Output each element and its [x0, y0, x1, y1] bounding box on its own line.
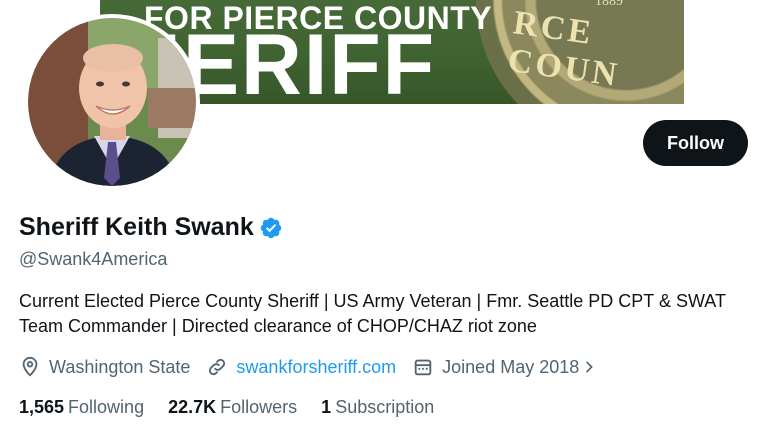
- chevron-right-icon[interactable]: [581, 359, 597, 375]
- website-link[interactable]: swankforsheriff.com: [236, 357, 396, 378]
- profile-bio: Current Elected Pierce County Sheriff | …: [19, 291, 726, 336]
- meta-joined[interactable]: Joined May 2018: [412, 356, 597, 378]
- followers-stat[interactable]: 22.7K Followers: [168, 397, 297, 418]
- meta-location: Washington State: [19, 356, 190, 378]
- profile-stats: 1,565 Following 22.7K Followers 1 Subscript…: [19, 397, 458, 418]
- location-text: Washington State: [49, 356, 191, 377]
- subscription-stat[interactable]: 1 Subscription: [321, 397, 434, 418]
- profile-meta: Washington State swankforsheriff.com Joi…: [19, 356, 613, 378]
- banner-badge-year: 1889: [595, 0, 623, 9]
- follow-button[interactable]: Follow: [643, 120, 748, 166]
- meta-website[interactable]: swankforsheriff.com: [206, 356, 396, 378]
- calendar-icon: [414, 359, 432, 376]
- joined-text: Joined May 2018: [442, 356, 580, 377]
- subscription-label: Subscription: [335, 397, 435, 417]
- location-pin-icon: [22, 356, 38, 377]
- subscription-count: 1: [321, 397, 332, 417]
- name-row: Sheriff Keith Swank: [19, 213, 283, 242]
- following-label: Following: [68, 397, 145, 417]
- avatar[interactable]: [24, 14, 200, 190]
- followers-label: Followers: [220, 397, 298, 417]
- following-count: 1,565: [19, 397, 65, 417]
- link-icon: [209, 358, 226, 376]
- followers-count: 22.7K: [168, 397, 217, 417]
- user-handle: @Swank4America: [19, 249, 168, 269]
- avatar-photo: [28, 18, 196, 186]
- display-name: Sheriff Keith Swank: [19, 213, 254, 241]
- following-stat[interactable]: 1,565 Following: [19, 397, 144, 418]
- verified-badge-icon[interactable]: [259, 216, 283, 240]
